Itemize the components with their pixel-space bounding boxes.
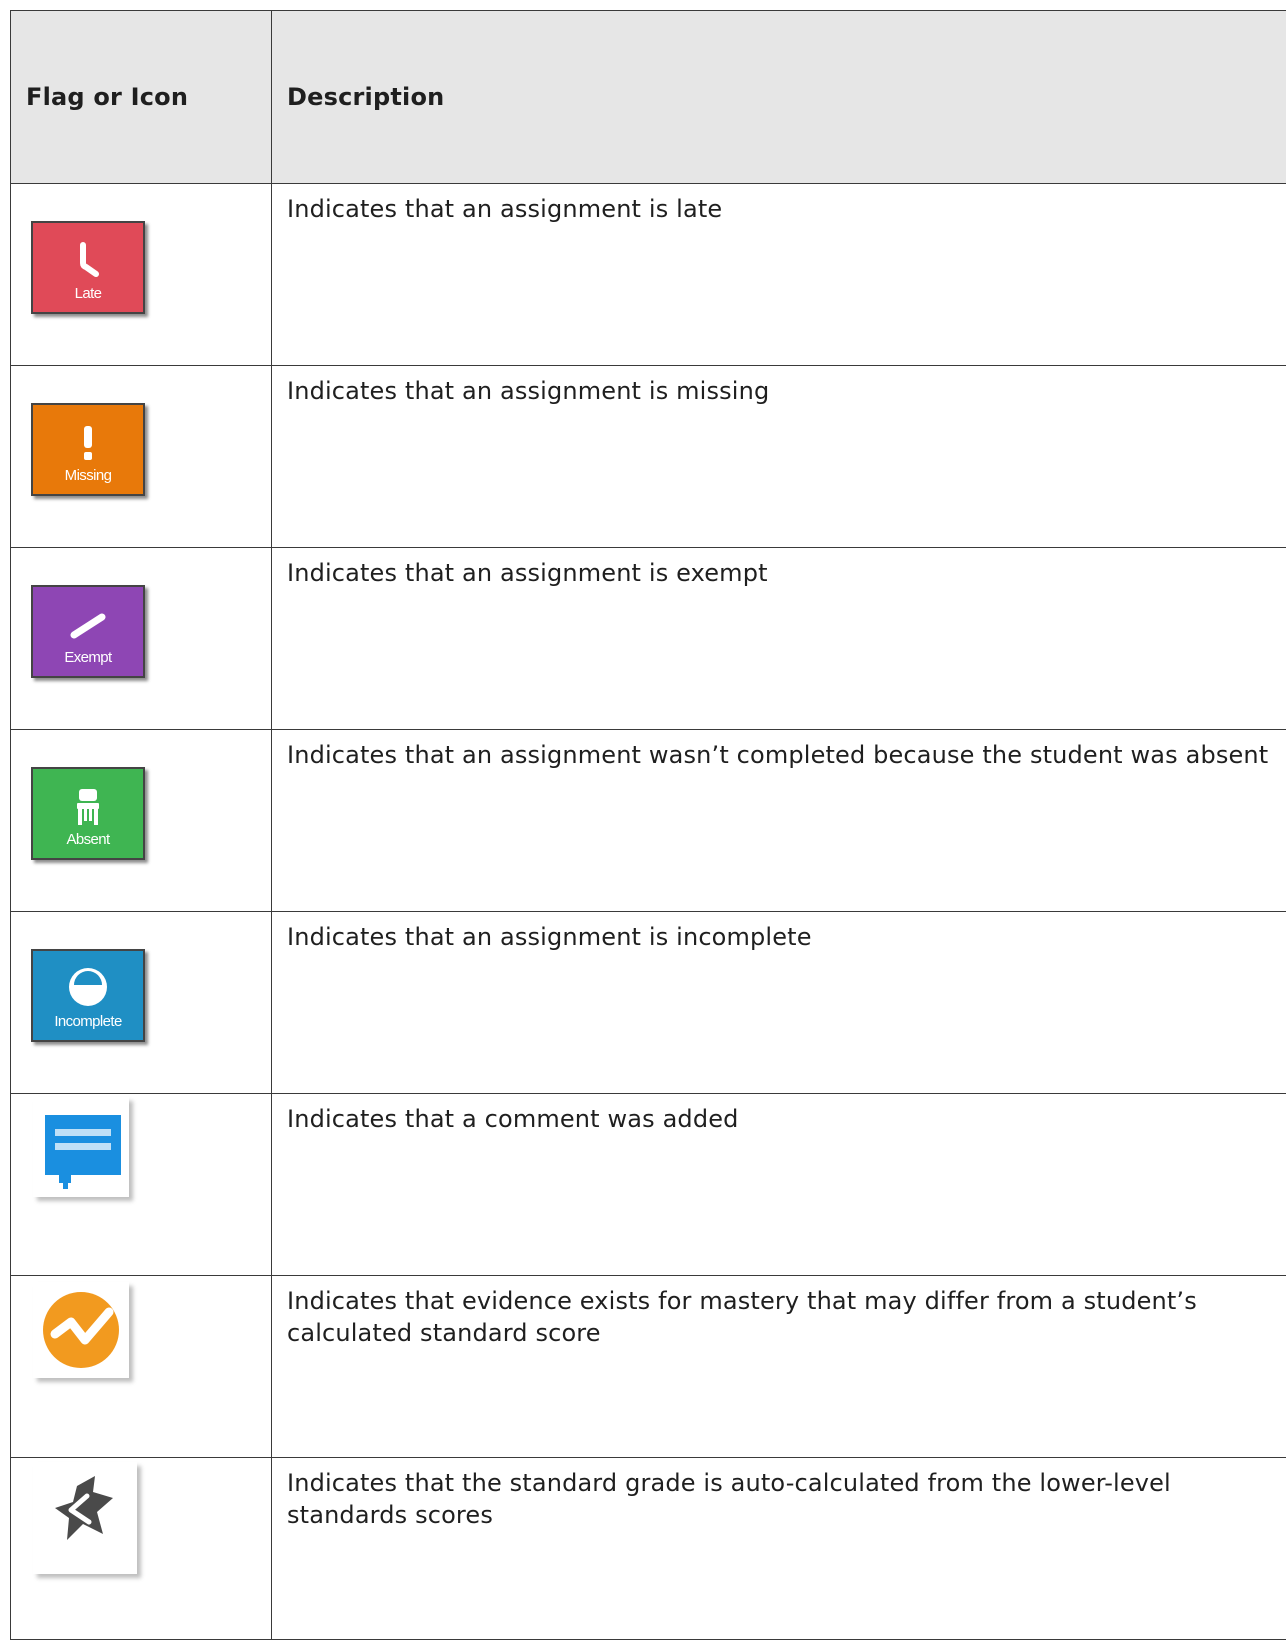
exempt-icon [33,605,143,645]
description-absent: Indicates that an assignment wasn’t comp… [272,730,1286,912]
icon-cell: Absent [11,730,272,912]
icon-cell [11,1276,272,1458]
icon-cell: Exempt [11,548,272,730]
late-flag-label: Late [33,285,143,302]
icon-cell: Incomplete [11,912,272,1094]
description-auto-calculated: Indicates that the standard grade is aut… [272,1458,1286,1640]
late-icon [33,241,143,281]
table-row-auto-calculated: Indicates that the standard grade is aut… [11,1458,1286,1640]
description-comment: Indicates that a comment was added [272,1094,1286,1276]
header-description: Description [272,11,1286,184]
exempt-flag-label: Exempt [33,649,143,666]
absent-icon [33,787,143,827]
description-mastery-evidence: Indicates that evidence exists for maste… [272,1276,1286,1458]
description-incomplete: Indicates that an assignment is incomple… [272,912,1286,1094]
table-row-late: Late Indicates that an assignment is lat… [11,184,1286,366]
mastery-evidence-icon [33,1282,129,1378]
icon-cell: Missing [11,366,272,548]
absent-flag: Absent [31,767,145,860]
flags-icons-table: Flag or Icon Description Late Indicates … [10,10,1286,1640]
description-late: Indicates that an assignment is late [272,184,1286,366]
table-row-incomplete: Incomplete Indicates that an assignment … [11,912,1286,1094]
missing-flag: Missing [31,403,145,496]
missing-icon [33,423,143,463]
table-row-absent: Absent Indicates that an assignment wasn… [11,730,1286,912]
missing-flag-label: Missing [33,467,143,484]
icon-cell [11,1094,272,1276]
table-row-missing: Missing Indicates that an assignment is … [11,366,1286,548]
table-header-row: Flag or Icon Description [11,11,1286,184]
late-flag: Late [31,221,145,314]
description-exempt: Indicates that an assignment is exempt [272,548,1286,730]
header-flag-or-icon: Flag or Icon [11,11,272,184]
icon-cell [11,1458,272,1640]
incomplete-flag: Incomplete [31,949,145,1042]
incomplete-flag-label: Incomplete [33,1013,143,1030]
exempt-flag: Exempt [31,585,145,678]
description-missing: Indicates that an assignment is missing [272,366,1286,548]
incomplete-icon [33,963,143,1011]
auto-calculated-icon [33,1462,137,1574]
table-row-comment: Indicates that a comment was added [11,1094,1286,1276]
table-row-mastery-evidence: Indicates that evidence exists for maste… [11,1276,1286,1458]
comment-icon [33,1097,129,1197]
table-row-exempt: Exempt Indicates that an assignment is e… [11,548,1286,730]
absent-flag-label: Absent [33,831,143,848]
icon-cell: Late [11,184,272,366]
